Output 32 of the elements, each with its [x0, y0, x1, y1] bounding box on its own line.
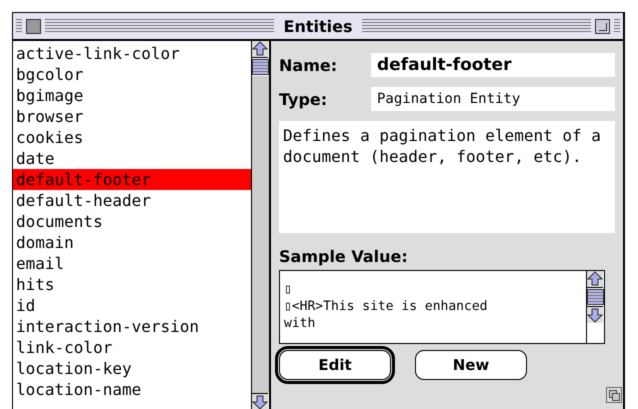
list-item[interactable]: location-key: [13, 358, 251, 379]
list-item[interactable]: domain: [13, 232, 251, 253]
list-item[interactable]: cookies: [13, 127, 251, 148]
list-item[interactable]: bgcolor: [13, 64, 251, 85]
zoom-box-icon[interactable]: [595, 18, 610, 34]
resize-handle-icon[interactable]: [606, 387, 622, 403]
list-item[interactable]: bgimage: [13, 85, 251, 106]
type-field: Pagination Entity: [371, 87, 615, 111]
list-item[interactable]: default-header: [13, 190, 251, 211]
list-item[interactable]: link-color: [13, 337, 251, 358]
list-item[interactable]: location-name: [13, 379, 251, 400]
type-label: Type:: [279, 90, 328, 108]
description-text: Defines a pagination element of a document (header, footer, etc).: [279, 121, 615, 233]
list-item[interactable]: interaction-version: [13, 316, 251, 337]
name-field: default-footer: [371, 53, 615, 77]
sample-value-label: Sample Value:: [279, 247, 409, 266]
scroll-up-arrow-icon[interactable]: [252, 41, 268, 58]
list-item[interactable]: email: [13, 253, 251, 274]
window-title: Entities: [282, 16, 354, 36]
new-button[interactable]: New: [415, 350, 527, 380]
list-item[interactable]: date: [13, 148, 251, 169]
list-item[interactable]: hits: [13, 274, 251, 295]
scroll-thumb[interactable]: [252, 59, 269, 75]
list-item[interactable]: browser: [13, 106, 251, 127]
name-label: Name:: [279, 56, 338, 74]
list-item[interactable]: default-footer: [13, 169, 251, 190]
list-item[interactable]: documents: [13, 211, 251, 232]
scrollbar[interactable]: [251, 41, 269, 409]
list-item[interactable]: id: [13, 295, 251, 316]
list-item[interactable]: active-link-color: [13, 43, 251, 64]
close-box-icon[interactable]: [26, 18, 41, 34]
scroll-down-arrow-icon[interactable]: [252, 393, 268, 409]
